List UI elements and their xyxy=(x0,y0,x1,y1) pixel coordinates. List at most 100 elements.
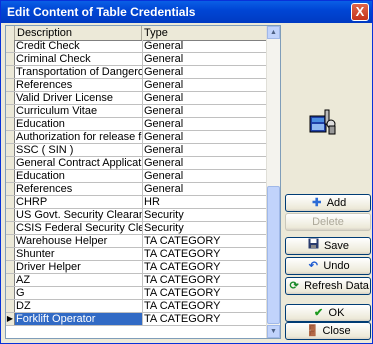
table-row[interactable]: Warehouse Helper TA CATEGORY xyxy=(6,235,268,248)
table-row[interactable]: Driver Helper TA CATEGORY xyxy=(6,261,268,274)
description-cell[interactable]: SSC ( SIN ) xyxy=(15,144,143,156)
description-cell[interactable]: References xyxy=(15,183,143,195)
row-selector[interactable] xyxy=(6,157,15,169)
column-header-description[interactable]: Description xyxy=(15,26,142,40)
type-cell[interactable]: General xyxy=(142,183,270,195)
type-cell[interactable]: TA CATEGORY xyxy=(142,274,270,286)
table-row[interactable]: Curriculum Vitae General xyxy=(6,105,268,118)
description-cell[interactable]: G xyxy=(15,287,143,299)
add-button[interactable]: ✚ Add xyxy=(285,194,371,212)
table-row[interactable]: References General xyxy=(6,183,268,196)
table-row[interactable]: US Govt. Security Clearance Security xyxy=(6,209,268,222)
undo-button[interactable]: ↶ Undo xyxy=(285,257,371,275)
table-row[interactable]: Valid Driver License General xyxy=(6,92,268,105)
description-cell[interactable]: Criminal Check xyxy=(15,53,143,65)
description-cell[interactable]: General Contract Application xyxy=(15,157,143,169)
type-cell[interactable]: TA CATEGORY xyxy=(142,235,270,247)
table-row[interactable]: CSIS Federal Security ClearanceSecurity xyxy=(6,222,268,235)
type-cell[interactable]: TA CATEGORY xyxy=(142,287,270,299)
type-cell[interactable]: TA CATEGORY xyxy=(142,300,270,312)
table-row[interactable]: Authorization for release formGeneral xyxy=(6,131,268,144)
type-cell[interactable]: General xyxy=(142,131,270,143)
type-cell[interactable]: HR xyxy=(142,196,270,208)
column-header-type[interactable]: Type xyxy=(142,26,268,40)
type-cell[interactable]: General xyxy=(142,53,270,65)
type-cell[interactable]: Security xyxy=(142,209,270,221)
row-selector[interactable] xyxy=(6,248,15,260)
table-row[interactable]: CHRP HR xyxy=(6,196,268,209)
table-row[interactable]: SSC ( SIN ) General xyxy=(6,144,268,157)
close-button[interactable]: 🚪 Close xyxy=(285,322,371,340)
scroll-down-arrow-icon[interactable]: ▼ xyxy=(267,325,280,338)
row-selector[interactable] xyxy=(6,92,15,104)
description-cell[interactable]: Curriculum Vitae xyxy=(15,105,143,117)
description-cell[interactable]: CHRP xyxy=(15,196,143,208)
close-window-button[interactable]: X xyxy=(351,3,369,21)
type-cell[interactable]: General xyxy=(142,92,270,104)
table-row[interactable]: Credit Check General xyxy=(6,40,268,53)
row-selector[interactable] xyxy=(6,300,15,312)
table-row[interactable]: DZ TA CATEGORY xyxy=(6,300,268,313)
row-selector[interactable] xyxy=(6,183,15,195)
description-cell[interactable]: Education xyxy=(15,118,143,130)
type-cell[interactable]: General xyxy=(142,144,270,156)
table-row[interactable]: Education General xyxy=(6,118,268,131)
description-cell[interactable]: AZ xyxy=(15,274,143,286)
description-cell[interactable]: Transportation of Dangerous Goods xyxy=(15,66,143,78)
row-selector[interactable] xyxy=(6,53,15,65)
table-row[interactable]: G TA CATEGORY xyxy=(6,287,268,300)
table-row[interactable]: Shunter TA CATEGORY xyxy=(6,248,268,261)
row-selector[interactable] xyxy=(6,40,15,52)
type-cell[interactable]: TA CATEGORY xyxy=(142,248,270,260)
row-selector[interactable] xyxy=(6,79,15,91)
row-selector[interactable] xyxy=(6,105,15,117)
type-cell[interactable]: TA CATEGORY xyxy=(142,313,270,325)
row-selector[interactable] xyxy=(6,235,15,247)
description-cell[interactable]: Credit Check xyxy=(15,40,143,52)
table-row[interactable]: ▶ Forklift Operator TA CATEGORY xyxy=(6,313,268,326)
row-selector[interactable] xyxy=(6,287,15,299)
delete-button[interactable]: Delete xyxy=(285,213,371,231)
description-cell[interactable]: Authorization for release form xyxy=(15,131,143,143)
description-cell[interactable]: Shunter xyxy=(15,248,143,260)
description-cell[interactable]: US Govt. Security Clearance xyxy=(15,209,143,221)
table-row[interactable]: Criminal Check General xyxy=(6,53,268,66)
row-selector[interactable] xyxy=(6,261,15,273)
row-selector[interactable] xyxy=(6,222,15,234)
description-cell[interactable]: References xyxy=(15,79,143,91)
description-cell[interactable]: CSIS Federal Security Clearance xyxy=(15,222,143,234)
scroll-up-arrow-icon[interactable]: ▲ xyxy=(267,26,280,39)
scrollbar-thumb[interactable] xyxy=(267,186,280,324)
vertical-scrollbar[interactable]: ▲ ▼ xyxy=(266,26,280,338)
table-row[interactable]: References General xyxy=(6,79,268,92)
save-button[interactable]: Save xyxy=(285,237,371,255)
row-selector[interactable] xyxy=(6,196,15,208)
type-cell[interactable]: General xyxy=(142,157,270,169)
description-cell[interactable]: Education xyxy=(15,170,143,182)
row-selector[interactable] xyxy=(6,209,15,221)
row-selector[interactable] xyxy=(6,131,15,143)
title-bar[interactable]: Edit Content of Table Credentials X xyxy=(1,1,372,23)
row-selector[interactable] xyxy=(6,118,15,130)
type-cell[interactable]: General xyxy=(142,40,270,52)
table-row[interactable]: Education General xyxy=(6,170,268,183)
description-cell[interactable]: Forklift Operator xyxy=(15,313,143,325)
description-cell[interactable]: Warehouse Helper xyxy=(15,235,143,247)
credentials-grid[interactable]: Description Type Credit Check General Crim… xyxy=(5,25,281,339)
table-row[interactable]: AZ TA CATEGORY xyxy=(6,274,268,287)
type-cell[interactable]: Security xyxy=(142,222,270,234)
row-selector[interactable] xyxy=(6,274,15,286)
refresh-data-button[interactable]: ⟳ Refresh Data xyxy=(285,277,371,295)
ok-button[interactable]: ✔ OK xyxy=(285,304,371,322)
table-row[interactable]: General Contract Application General xyxy=(6,157,268,170)
type-cell[interactable]: General xyxy=(142,79,270,91)
type-cell[interactable]: TA CATEGORY xyxy=(142,261,270,273)
type-cell[interactable]: General xyxy=(142,170,270,182)
type-cell[interactable]: General xyxy=(142,66,270,78)
current-row-indicator-icon[interactable]: ▶ xyxy=(6,313,15,325)
row-selector[interactable] xyxy=(6,144,15,156)
type-cell[interactable]: General xyxy=(142,105,270,117)
table-row[interactable]: Transportation of Dangerous GoodsGeneral xyxy=(6,66,268,79)
description-cell[interactable]: Valid Driver License xyxy=(15,92,143,104)
type-cell[interactable]: General xyxy=(142,118,270,130)
